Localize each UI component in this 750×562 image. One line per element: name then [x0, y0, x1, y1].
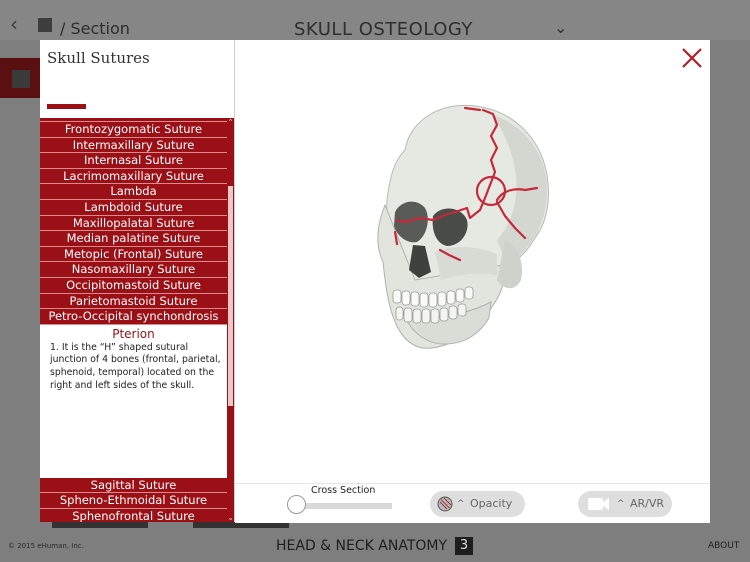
chevron-up-icon: ^ [617, 499, 625, 509]
cross-section-slider-thumb[interactable] [287, 495, 306, 514]
suture-list-item[interactable]: Sagittal Suture [40, 477, 227, 494]
suture-list-item[interactable]: Parietomastoid Suture [40, 293, 227, 310]
chevron-down-icon[interactable]: ⌄ [554, 18, 567, 37]
expanded-suture-detail: Pterion 1. It is the “H” shaped sutural … [40, 324, 227, 478]
suture-list-item[interactable]: Metopic (Frontal) Suture [40, 246, 227, 263]
opacity-button[interactable]: ^ Opacity [430, 491, 525, 517]
ar-vr-button[interactable]: ^ AR/VR [578, 491, 672, 517]
expanded-suture-description: 1. It is the “H” shaped sutural junction… [50, 341, 221, 391]
app-footer: © 2015 eHuman, Inc. HEAD & NECK ANATOMY … [0, 528, 750, 562]
chevron-up-icon: ^ [457, 499, 465, 509]
suture-list[interactable]: Frontozygomatic Suture Intermaxillary Sut… [40, 118, 227, 522]
copyright-text: © 2015 eHuman, Inc. [8, 542, 84, 550]
suture-list-panel: Skull Sutures Frontozygomatic Suture Inte… [40, 40, 235, 522]
opacity-icon [437, 496, 453, 512]
scroll-up-icon[interactable]: ⌃ [227, 118, 234, 126]
suture-list-item[interactable]: Lacrimomaxillary Suture [40, 168, 227, 185]
skull-model-image[interactable] [235, 40, 710, 483]
back-chevron-icon[interactable]: ‹ [10, 14, 18, 34]
suture-list-item[interactable]: Frontozygomatic Suture [40, 122, 227, 138]
book-number: 3 [455, 537, 473, 555]
opacity-label: Opacity [470, 497, 513, 510]
viewer-controls: Cross Section ^ Opacity ^ AR/VR [235, 483, 710, 523]
close-button[interactable] [680, 46, 704, 70]
ar-vr-label: AR/VR [630, 497, 665, 510]
suture-list-item[interactable]: Occipitomastoid Suture [40, 277, 227, 294]
suture-list-item[interactable]: Maxillopalatal Suture [40, 215, 227, 232]
suture-list-item[interactable]: Sphenofrontal Suture [40, 508, 227, 522]
suture-list-item[interactable]: Median palatine Suture [40, 231, 227, 247]
cross-section-slider[interactable] [296, 503, 392, 509]
about-link[interactable]: ABOUT [708, 541, 739, 551]
app-navbar: ‹ / Section SKULL OSTEOLOGY ⌄ [0, 0, 750, 40]
expanded-suture-name[interactable]: Pterion [40, 325, 227, 342]
book-title[interactable]: HEAD & NECK ANATOMY [276, 538, 447, 554]
title-accent-bar [47, 104, 86, 109]
cross-section-label: Cross Section [311, 485, 376, 496]
close-icon [682, 48, 702, 68]
suture-modal: Skull Sutures Frontozygomatic Suture Inte… [40, 40, 710, 523]
panel-title: Skull Sutures [47, 49, 150, 67]
suture-list-item[interactable]: Internasal Suture [40, 153, 227, 169]
suture-list-item[interactable]: Petro-Occipital synchondrosis [40, 309, 227, 325]
camera-icon [588, 498, 609, 510]
suture-list-item[interactable]: Lambda [40, 184, 227, 200]
suture-list-item[interactable]: Intermaxillary Suture [40, 137, 227, 154]
app-side-tab[interactable] [0, 58, 40, 98]
scroll-down-icon[interactable]: ⌄ [227, 514, 234, 522]
nav-title: SKULL OSTEOLOGY [294, 19, 473, 40]
skull-3d-viewer[interactable] [235, 40, 710, 483]
list-scrollbar[interactable]: ⌃ ⌄ [227, 118, 234, 522]
suture-list-item[interactable]: Lambdoid Suture [40, 199, 227, 216]
home-icon[interactable] [38, 18, 52, 32]
suture-list-item[interactable]: Nasomaxillary Suture [40, 262, 227, 278]
nav-section-label[interactable]: / Section [60, 19, 130, 38]
suture-list-item[interactable]: Spheno-Ethmoidal Suture [40, 493, 227, 509]
book-icon [12, 70, 30, 88]
scroll-thumb[interactable] [228, 186, 233, 406]
